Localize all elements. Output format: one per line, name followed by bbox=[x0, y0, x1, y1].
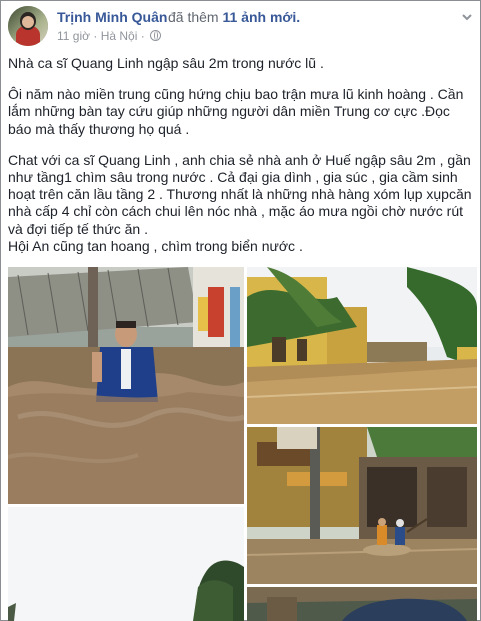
meta-separator: · bbox=[140, 29, 145, 43]
photo-count-link[interactable]: 11 ảnh mới. bbox=[222, 9, 300, 25]
photo-boat-flooded-street[interactable] bbox=[247, 427, 477, 584]
post-paragraph: Ôi năm nào miền trung cũng hứng chịu bao… bbox=[8, 86, 464, 137]
photo-umbrella-bottom[interactable] bbox=[247, 587, 477, 621]
meta-separator: · bbox=[93, 29, 98, 43]
post-paragraph: Nhà ca sĩ Quang Linh ngập sâu 2m trong n… bbox=[8, 55, 324, 71]
photo-grid bbox=[0, 263, 481, 621]
photo-flooded-house-man[interactable] bbox=[8, 267, 244, 504]
post-paragraph: Chat với ca sĩ Quang Linh , anh chia sẻ … bbox=[8, 151, 472, 237]
chevron-down-icon[interactable] bbox=[460, 10, 474, 24]
post-meta: 11 giờ · Hà Nội · bbox=[57, 29, 162, 43]
post-location[interactable]: Hà Nội bbox=[101, 29, 138, 43]
post-paragraph: Hội An cũng tan hoang , chìm trong biển … bbox=[8, 237, 303, 254]
post-time[interactable]: 11 giờ bbox=[57, 29, 90, 43]
avatar[interactable] bbox=[8, 6, 48, 46]
author-name[interactable]: Trịnh Minh Quân bbox=[57, 9, 167, 25]
photo-sky-tree[interactable] bbox=[8, 507, 244, 621]
photo-flooded-street-yellow-houses[interactable] bbox=[247, 267, 477, 424]
globe-icon[interactable] bbox=[150, 30, 162, 41]
post-text: Nhà ca sĩ Quang Linh ngập sâu 2m trong n… bbox=[8, 55, 474, 255]
action-label: đã thêm bbox=[168, 9, 219, 25]
post-action-text: đã thêm 11 ảnh mới. bbox=[168, 9, 300, 25]
